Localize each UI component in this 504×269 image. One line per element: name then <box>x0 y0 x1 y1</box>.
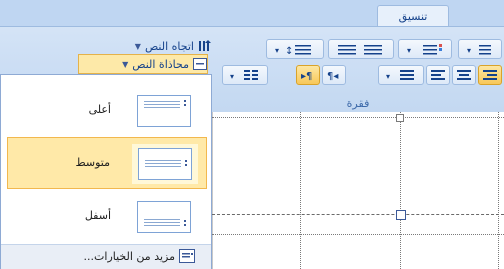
numbering-icon: ▾ <box>467 45 491 55</box>
table-gridline <box>212 112 213 269</box>
table-border <box>212 214 504 215</box>
align-text-icon <box>193 58 207 70</box>
svg-text:▾: ▾ <box>275 46 279 55</box>
table-gridline <box>212 117 504 118</box>
bullets-button[interactable]: ▾ <box>398 39 452 59</box>
align-right-button[interactable] <box>478 65 502 85</box>
table-gridline <box>498 112 499 269</box>
svg-text:▾: ▾ <box>386 72 390 81</box>
table-gridline <box>212 234 504 235</box>
align-left-button[interactable] <box>426 65 450 85</box>
text-direction-ltr-button[interactable]: ▸¶ <box>296 65 320 85</box>
menu-item-label: أعلى <box>88 103 111 116</box>
columns-icon: ▾ <box>230 70 258 81</box>
text-direction-rtl-button[interactable]: ¶◂ <box>322 65 346 85</box>
table-gridline <box>300 112 301 269</box>
more-options-item[interactable]: مزيد من الخيارات... <box>1 244 211 269</box>
indent-buttons[interactable] <box>328 39 394 59</box>
svg-text:▾: ▾ <box>230 72 234 81</box>
justify-icon: ▾ <box>386 70 414 81</box>
text-direction-label: اتجاه النص <box>144 39 194 53</box>
align-top-icon <box>131 91 197 131</box>
align-bottom-icon <box>131 197 197 237</box>
line-spacing-button[interactable]: ↕ ▾ <box>266 39 324 59</box>
justify-button[interactable]: ▾ <box>378 65 424 85</box>
align-right-icon <box>483 70 497 80</box>
paragraph-ltr-icon: ▸¶ <box>301 71 312 81</box>
menu-item-label: متوسط <box>75 156 110 169</box>
svg-text:↕: ↕ <box>285 46 293 55</box>
text-direction-button[interactable]: اتجاه النص ▼ <box>94 38 212 54</box>
tab-format[interactable]: تنسيق <box>377 5 449 27</box>
cell-marker-icon <box>396 210 406 220</box>
numbering-button[interactable]: ▾ <box>458 39 502 59</box>
more-options-label: مزيد من الخيارات... <box>83 250 175 263</box>
ribbon-tab-strip: تنسيق <box>0 0 504 27</box>
tab-next[interactable] <box>482 5 504 26</box>
menu-item-align-top[interactable]: أعلى <box>7 85 207 137</box>
svg-text:▸¶: ▸¶ <box>301 71 312 81</box>
align-middle-icon <box>132 144 198 184</box>
menu-item-align-bottom[interactable]: أسفل <box>7 191 207 243</box>
menu-item-label: أسفل <box>84 209 111 222</box>
cell-marker-icon <box>396 114 404 122</box>
svg-text:▾: ▾ <box>467 46 471 55</box>
svg-text:¶◂: ¶◂ <box>327 71 338 81</box>
align-left-icon <box>431 70 445 80</box>
bullets-icon: ▾ <box>407 44 442 55</box>
paragraph-rtl-icon: ¶◂ <box>327 71 338 81</box>
menu-item-align-middle[interactable]: متوسط <box>7 137 207 189</box>
more-options-icon <box>179 249 195 263</box>
align-text-menu: أعلى متوسط أسفل مزيد من الخيارات... <box>0 74 212 269</box>
chevron-down-icon: ▼ <box>134 41 141 51</box>
columns-button[interactable]: ▾ <box>222 65 268 85</box>
line-spacing-icon: ↕ ▾ <box>275 45 311 55</box>
indent-icon <box>338 45 382 55</box>
align-text-label: محاذاة النص <box>132 57 189 71</box>
table-gridline <box>400 112 401 269</box>
text-direction-icon <box>198 40 212 52</box>
align-center-icon <box>457 70 471 80</box>
group-label-paragraph: فقرة <box>346 97 370 110</box>
align-text-button[interactable]: محاذاة النص ▼ <box>78 54 208 74</box>
svg-text:▾: ▾ <box>407 46 411 55</box>
document-area[interactable] <box>212 112 504 269</box>
align-center-button[interactable] <box>452 65 476 85</box>
chevron-down-icon: ▼ <box>122 59 129 69</box>
